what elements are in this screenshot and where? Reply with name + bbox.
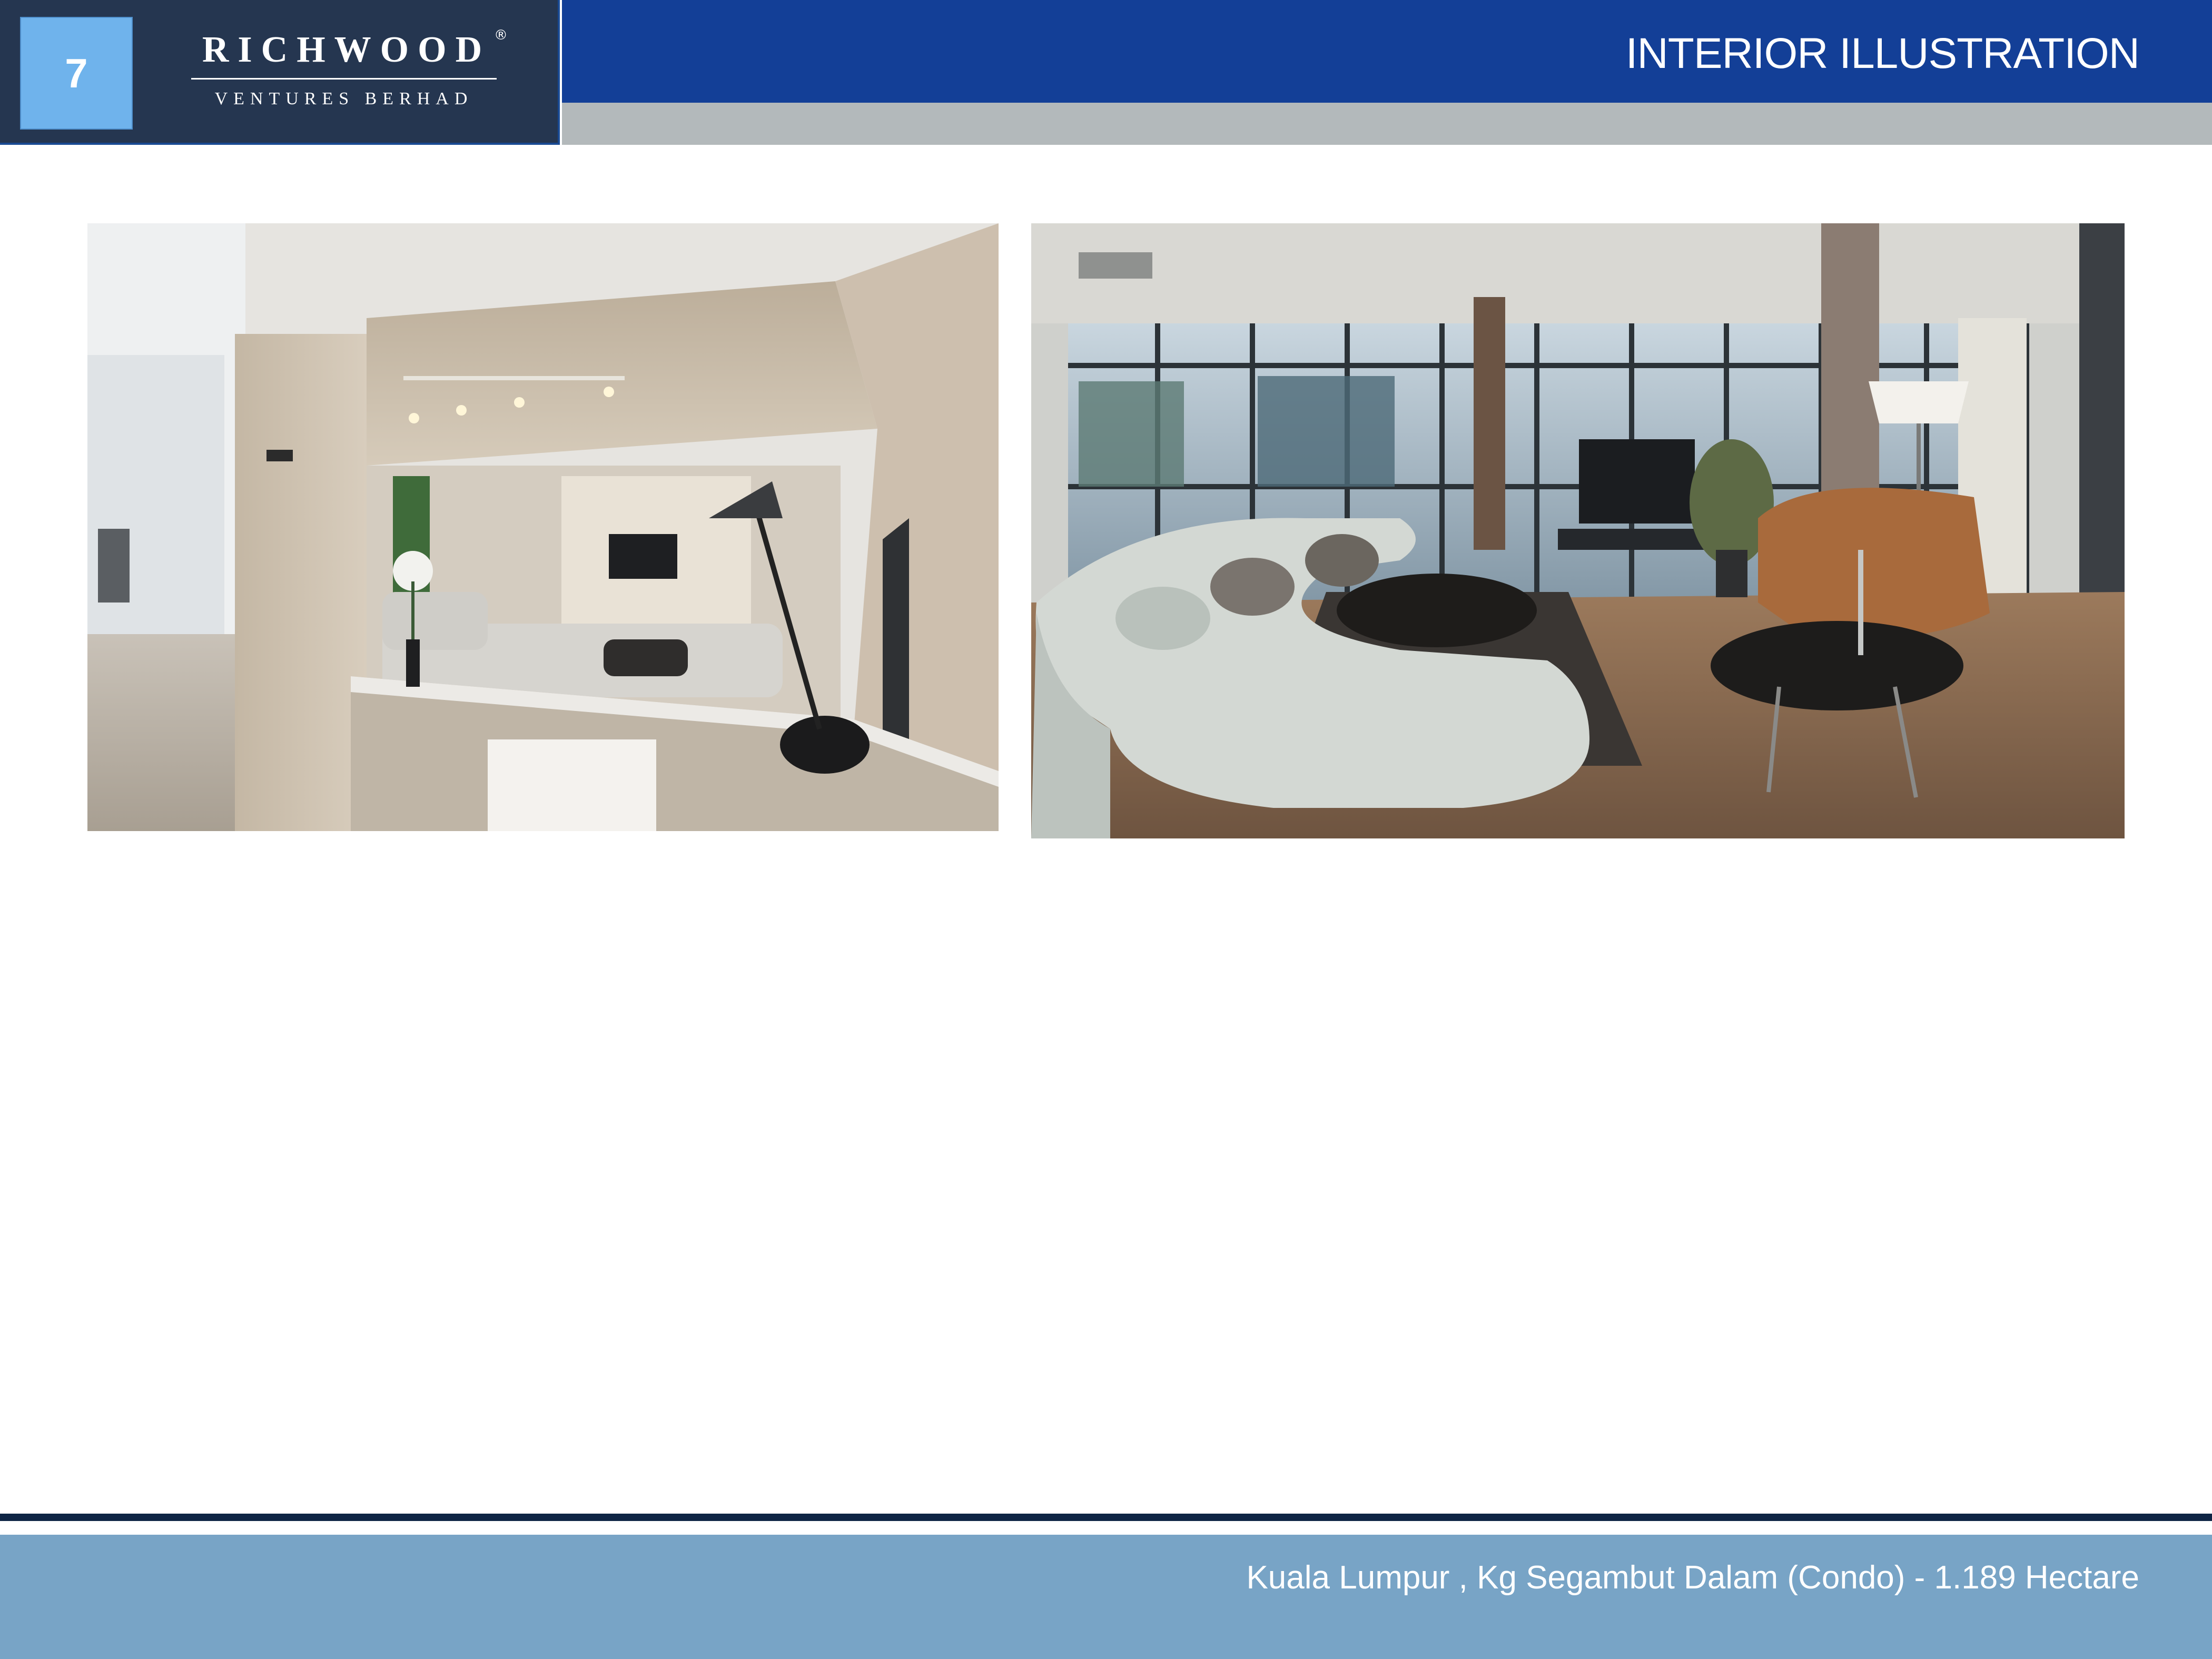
- footer-bar: Kuala Lumpur , Kg Segambut Dalam (Condo)…: [0, 1535, 2212, 1659]
- interior-photo-living-room-windows: [1031, 223, 2125, 838]
- brand-subtitle: VENTURES BERHAD: [214, 89, 473, 108]
- interior-photo-living-room-wood: [87, 223, 999, 831]
- brand-logo: RICHWOOD ® VENTURES BERHAD: [189, 27, 508, 108]
- page-title: INTERIOR ILLUSTRATION: [1625, 29, 2140, 77]
- footer-gap: [0, 1521, 2212, 1535]
- footer-divider: [0, 1514, 2212, 1521]
- brand-name: RICHWOOD: [202, 29, 491, 70]
- footer-location: Kuala Lumpur , Kg Segambut Dalam (Condo)…: [1246, 1559, 2139, 1596]
- grey-band: [562, 103, 2212, 145]
- logo-block: 7 RICHWOOD ® VENTURES BERHAD: [0, 0, 560, 145]
- brand-divider: [191, 78, 497, 80]
- title-bar: INTERIOR ILLUSTRATION: [562, 0, 2212, 103]
- page-number: 7: [20, 17, 133, 130]
- registered-mark: ®: [494, 27, 508, 43]
